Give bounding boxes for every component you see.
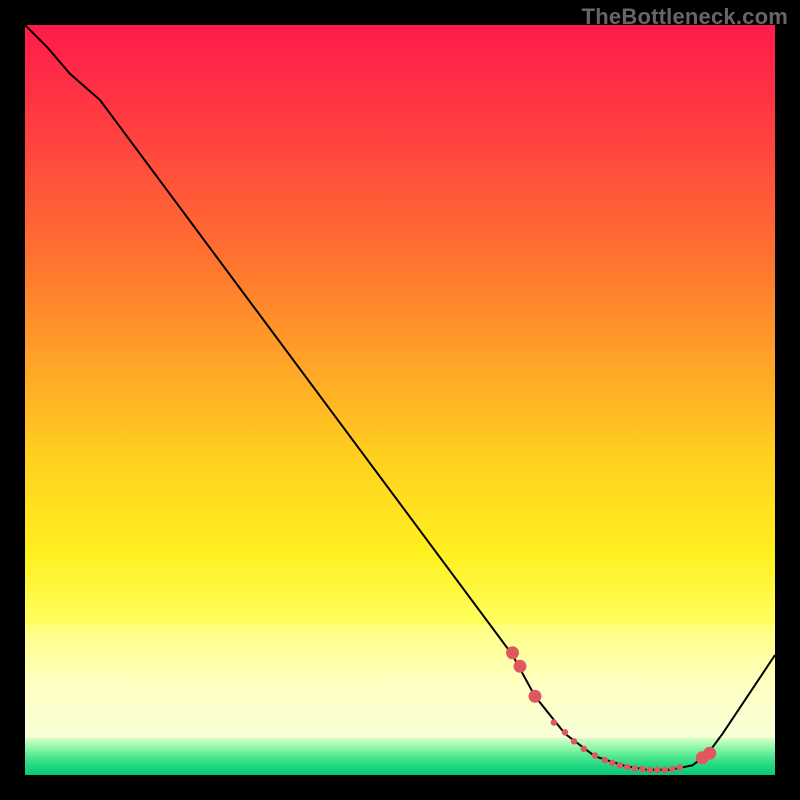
data-marker [551,719,557,725]
data-marker [617,762,623,768]
data-marker [514,660,527,673]
bottleneck-curve [25,25,775,770]
data-marker [562,729,568,735]
plot-area [25,25,775,775]
data-marker [529,690,542,703]
data-marker [654,767,660,773]
data-marker [571,738,577,744]
data-marker [669,766,675,772]
data-marker [639,766,645,772]
curve-layer [25,25,775,775]
chart-frame: TheBottleneck.com [0,0,800,800]
data-marker [592,752,598,758]
data-marker [647,767,653,773]
data-marker [677,764,683,770]
data-marker [602,757,608,763]
data-marker [703,747,716,760]
data-marker [581,746,587,752]
curve-markers [506,646,716,773]
data-marker [632,765,638,771]
data-marker [624,764,630,770]
data-marker [609,760,615,766]
watermark-text: TheBottleneck.com [582,4,788,30]
data-marker [506,646,519,659]
data-marker [662,767,668,773]
